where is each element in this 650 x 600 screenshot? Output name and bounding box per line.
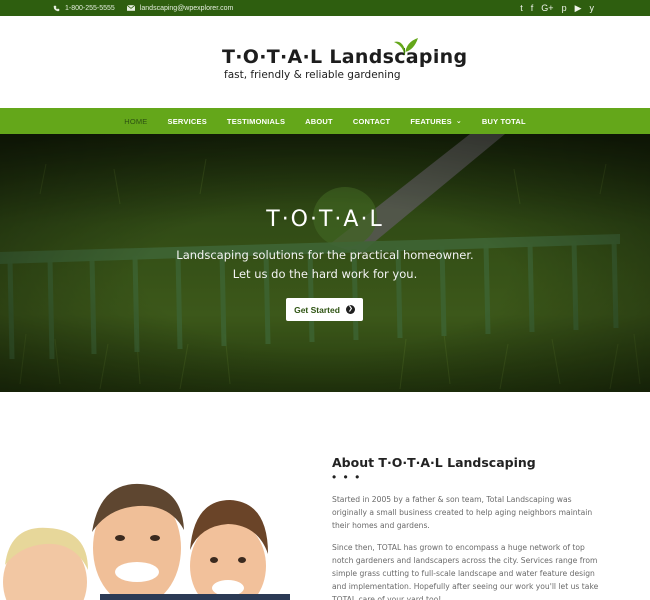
- top-bar: 1-800-255-5555 landscaping@wpexplorer.co…: [0, 0, 650, 16]
- phone-number: 1-800-255-5555: [65, 4, 115, 12]
- phone-contact[interactable]: 1-800-255-5555: [53, 5, 115, 12]
- social-links: t f G+ p ▶ y: [520, 2, 594, 14]
- hero-banner: T·O·T·A·L Landscaping solutions for the …: [0, 134, 650, 392]
- pinterest-icon[interactable]: p: [562, 2, 567, 14]
- nav-item-home[interactable]: HOME: [114, 108, 157, 134]
- nav-item-label: SERVICES: [167, 116, 207, 126]
- nav-item-label: HOME: [124, 116, 148, 126]
- twitter-icon[interactable]: t: [520, 2, 523, 14]
- envelope-icon: [126, 5, 135, 11]
- get-started-button[interactable]: Get Started ❯: [286, 298, 363, 321]
- nav-item-label: CONTACT: [352, 116, 391, 126]
- nav-item-about[interactable]: ABOUT: [295, 108, 343, 134]
- nav-item-features[interactable]: FEATURES ⌄: [400, 108, 472, 134]
- site-header: T·O·T·A·L Landscaping fast, friendly & r…: [0, 16, 650, 108]
- phone-icon: [53, 5, 60, 11]
- nav-item-services[interactable]: SERVICES: [158, 108, 217, 134]
- email-address: landscaping@wpexplorer.com: [139, 4, 234, 12]
- facebook-icon[interactable]: f: [531, 2, 534, 14]
- rake-grass-image: [0, 134, 650, 392]
- nav-item-buy-total[interactable]: BUY TOTAL: [472, 108, 536, 134]
- contact-info: 1-800-255-5555 landscaping@wpexplorer.co…: [53, 5, 233, 12]
- arrow-right-icon: ❯: [345, 305, 355, 314]
- email-contact[interactable]: landscaping@wpexplorer.com: [126, 4, 234, 12]
- nav-item-contact[interactable]: CONTACT: [343, 108, 401, 134]
- youtube-icon[interactable]: ▶: [575, 2, 582, 14]
- family-photo: [0, 470, 300, 600]
- google-plus-icon[interactable]: G+: [541, 2, 553, 14]
- hero-title: T·O·T·A·L: [266, 207, 384, 232]
- about-paragraph-2: Since then, TOTAL has grown to encompass…: [332, 543, 599, 600]
- nav-item-label: FEATURES: [410, 116, 452, 126]
- hero-subtitle-line-1: Landscaping solutions for the practical …: [176, 248, 474, 262]
- yelp-icon[interactable]: y: [590, 2, 595, 14]
- logo-tagline: fast, friendly & reliable gardening: [224, 69, 401, 81]
- nav-item-label: TESTIMONIALS: [226, 116, 286, 126]
- chevron-down-icon: ⌄: [455, 118, 462, 125]
- nav-item-testimonials[interactable]: TESTIMONIALS: [217, 108, 295, 134]
- about-section: About T·O·T·A·L Landscaping • • • Starte…: [332, 455, 602, 600]
- nav-item-label: ABOUT: [305, 116, 333, 126]
- hero-subtitle-line-2: Let us do the hard work for you.: [232, 267, 418, 281]
- leaf-icon: [394, 38, 418, 55]
- nav-item-label: BUY TOTAL: [481, 116, 526, 126]
- about-paragraph-1: Started in 2005 by a father & son team, …: [332, 495, 593, 530]
- main-nav: HOME SERVICES TESTIMONIALS ABOUT CONTACT…: [0, 108, 650, 134]
- about-title: About T·O·T·A·L Landscaping: [332, 455, 536, 470]
- get-started-label: Get Started: [294, 304, 340, 315]
- site-logo[interactable]: T·O·T·A·L Landscaping fast, friendly & r…: [222, 38, 467, 96]
- about-divider-dots: • • •: [332, 470, 362, 484]
